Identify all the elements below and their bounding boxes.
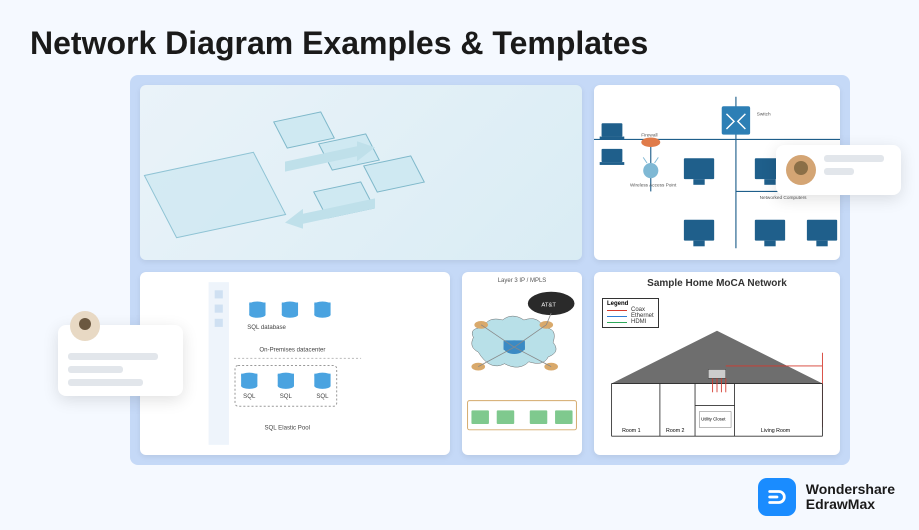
edrawmax-logo-icon: [758, 478, 796, 516]
svg-text:SQL database: SQL database: [247, 324, 286, 331]
svg-text:Utility Closet: Utility Closet: [701, 416, 726, 421]
svg-text:Wireless Access Point: Wireless Access Point: [630, 183, 677, 189]
avatar: [70, 311, 100, 341]
template-card-cloud-database[interactable]: SQL database On-Premises datacenter SQL …: [140, 272, 450, 455]
brand-text: Wondershare EdrawMax: [806, 482, 895, 511]
placeholder-line: [68, 379, 143, 386]
avatar: [786, 155, 816, 185]
placeholder-line: [824, 155, 884, 162]
svg-text:On-Premises datacenter: On-Premises datacenter: [259, 346, 325, 353]
comment-bubble: [776, 145, 901, 195]
template-card-isometric[interactable]: [140, 85, 582, 260]
placeholder-line: [68, 353, 158, 360]
svg-text:Firewall: Firewall: [641, 133, 657, 139]
svg-text:AT&T: AT&T: [541, 302, 556, 308]
brand-footer: Wondershare EdrawMax: [758, 478, 895, 516]
svg-text:Living Room: Living Room: [761, 428, 791, 434]
page-title: Network Diagram Examples & Templates: [0, 0, 919, 72]
svg-text:Room 2: Room 2: [666, 428, 685, 434]
svg-text:SQL: SQL: [243, 393, 256, 400]
template-card-mpls[interactable]: Layer 3 IP / MPLS AT&T: [462, 272, 582, 455]
card-title: Sample Home MoCA Network: [594, 272, 840, 289]
svg-text:Switch: Switch: [757, 112, 771, 118]
svg-text:Networked Computers: Networked Computers: [760, 195, 808, 201]
placeholder-line: [68, 366, 123, 373]
svg-text:SQL Elastic Pool: SQL Elastic Pool: [265, 425, 311, 432]
template-card-home-moca[interactable]: Sample Home MoCA Network Legend Coax Eth…: [594, 272, 840, 455]
card-title: Layer 3 IP / MPLS: [462, 272, 582, 284]
svg-text:SQL: SQL: [280, 393, 293, 400]
placeholder-line: [824, 168, 854, 175]
comment-bubble: [58, 325, 183, 396]
svg-text:Room 1: Room 1: [622, 428, 641, 434]
template-gallery: Switch Firewall Wireless Access Point Ne…: [130, 75, 850, 465]
svg-text:SQL: SQL: [316, 393, 329, 400]
